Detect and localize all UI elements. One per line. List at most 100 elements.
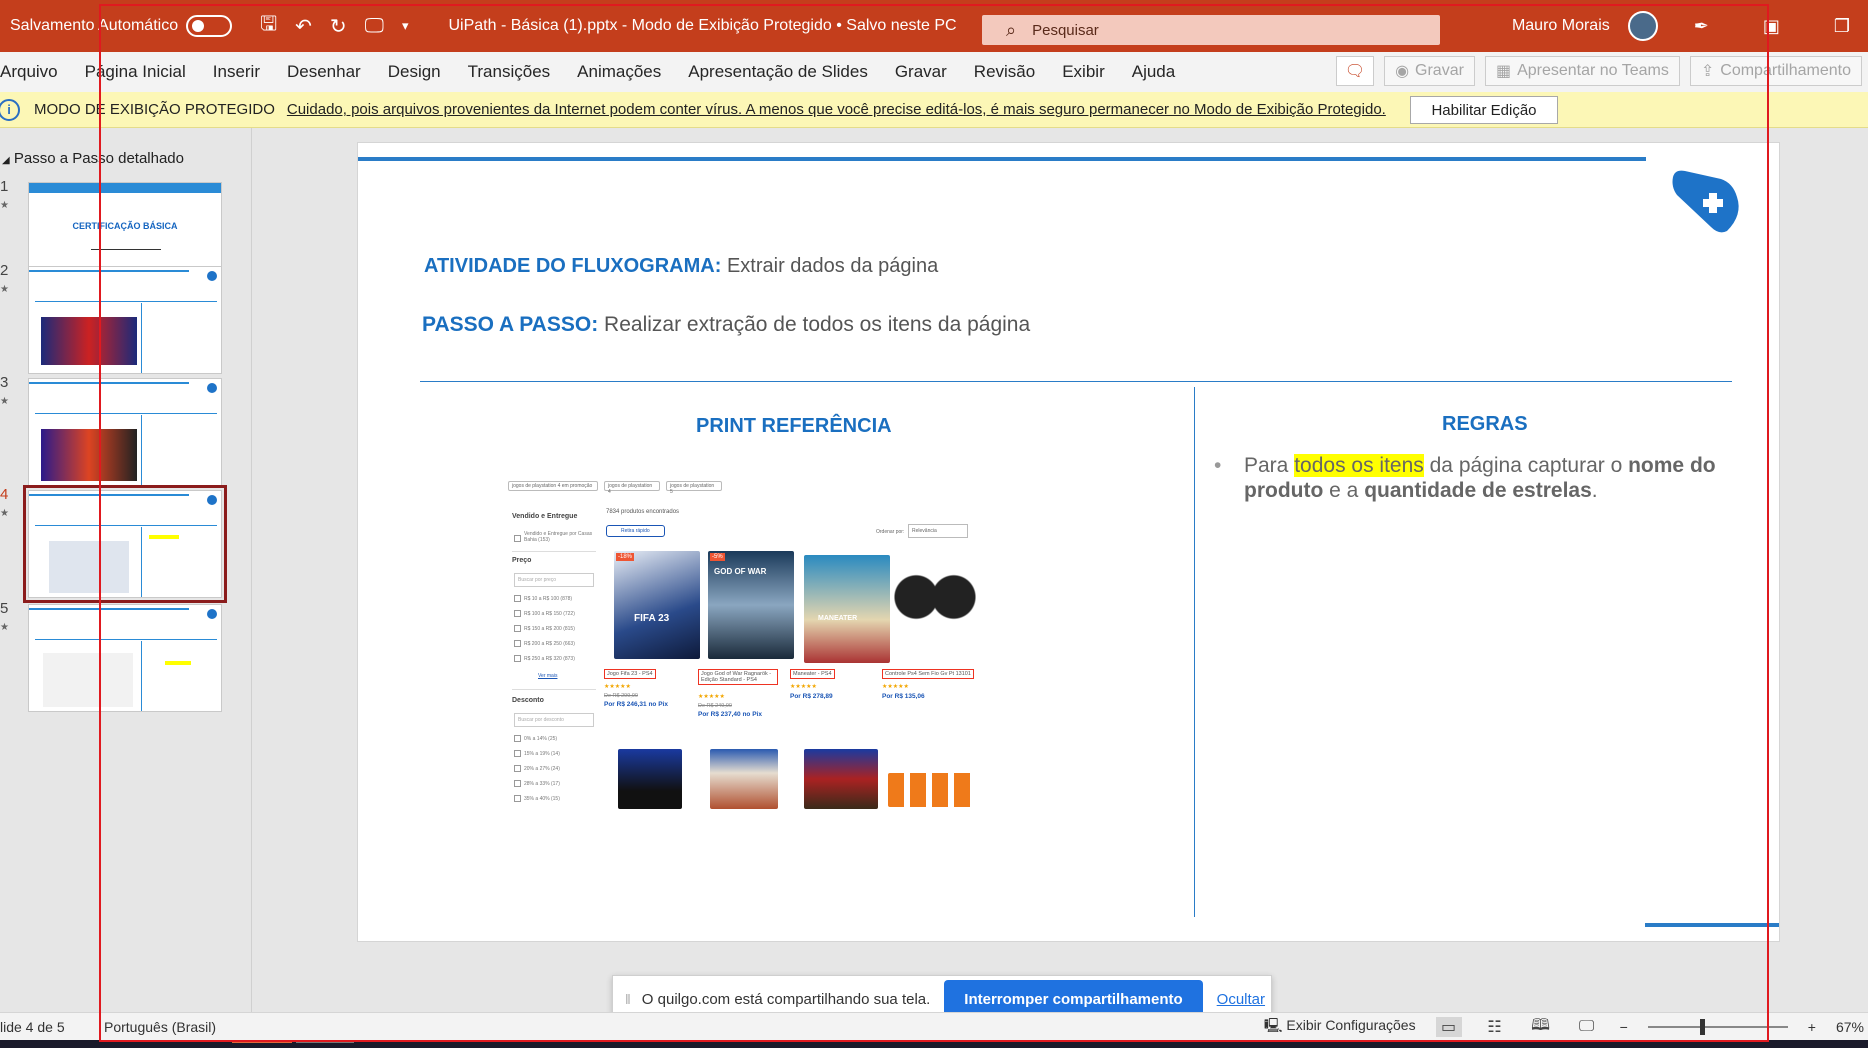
menu-tab-1[interactable]: Página Inicial [85,62,186,82]
transition-star-icon: ★ [0,284,9,295]
product-image [888,773,974,807]
product-name: Maneater - PS4 [790,669,835,679]
puzzle-icon [207,609,217,619]
product-price: Por R$ 246,31 no Pix [604,701,668,708]
taskbar [0,1040,1868,1048]
section-header[interactable]: ◢ Passo a Passo detalhado [2,150,184,167]
thumb-number: 3 [0,374,9,391]
current-slide[interactable]: ATIVIDADE DO FLUXOGRAMA: Extrair dados d… [357,142,1780,942]
thumb-header-bar [29,183,221,193]
document-title: UiPath - Básica (1).pptx - Modo de Exibi… [448,17,957,34]
avatar[interactable] [1627,11,1658,41]
menu-tab-10[interactable]: Exibir [1062,62,1105,82]
user-name[interactable]: Mauro Morais [1512,17,1610,35]
menu-tab-6[interactable]: Animações [577,62,661,82]
undo-icon[interactable]: ↶ [295,14,312,39]
search-chip: jogos de playstation 5 [666,481,722,495]
print-reference-heading: PRINT REFERÊNCIA [696,415,892,437]
view-controls: 🖳 Exibir Configurações ▭ ☷ 🕮 🖵 − + 67% [1264,1013,1868,1041]
slide-thumbnail-4[interactable] [23,485,227,603]
thumb-vline [141,527,142,597]
zoom-slider-handle[interactable] [1699,1019,1705,1035]
menu-tab-11[interactable]: Ajuda [1132,62,1175,82]
share-button[interactable]: ⇪ Compartilhamento [1689,56,1862,86]
zoom-level[interactable]: 67% [1836,1019,1864,1035]
menu-tab-2[interactable]: Inserir [213,62,260,82]
filter-checkbox [514,625,521,632]
taskbar-app[interactable] [296,1040,354,1043]
filter-checkbox [514,795,521,802]
filter-sidebar: Vendido e Entregue Vendido e Entregue po… [508,513,598,893]
filter-divider [512,551,596,552]
slide-thumbnail-3[interactable] [28,378,222,486]
zoom-out-icon[interactable]: − [1620,1019,1628,1035]
record-button[interactable]: ◉ Gravar [1384,56,1475,86]
language[interactable]: Português (Brasil) [104,1019,216,1035]
pen-icon[interactable]: ✒ [1676,16,1727,37]
menu-tab-4[interactable]: Design [388,62,441,82]
slide-thumbnail-5[interactable] [28,604,222,712]
puzzle-icon [207,383,217,393]
ribbon-display-icon[interactable]: ▣ [1745,16,1798,37]
taskbar-active-app[interactable] [232,1040,292,1043]
filter-input: Buscar por desconto [514,713,594,727]
quick-access-toolbar: 🖫 ↶ ↻ 🖵 ▾ [260,9,408,43]
result-count: 7834 produtos encontrados [606,509,680,515]
menu-tab-5[interactable]: Transições [468,62,551,82]
filter-title: Vendido e Entregue [512,513,578,520]
product-name: Controle Ps4 Sem Fio Gv Pt 13101 [882,669,974,679]
filter-checkbox [514,595,521,602]
zoom-slider[interactable] [1647,1019,1788,1035]
menu-tab-3[interactable]: Desenhar [287,62,361,82]
autosave-toggle[interactable] [186,15,233,37]
product-old-price: De R$ 249,90 [698,703,732,709]
menu-items: Arquivo Página Inicial Inserir Desenhar Desi… [0,62,1175,82]
slideshow-icon[interactable]: 🖵 [1574,1017,1600,1037]
title-bar: Salvamento Automático 🖫 ↶ ↻ 🖵 ▾ UiPath -… [0,0,1868,52]
save-icon[interactable]: 🖫 [260,9,277,43]
drag-handle-icon[interactable]: ‖ [625,991,632,1007]
filter-checkbox [514,610,521,617]
product-price: Por R$ 278,89 [790,693,833,700]
sort-select: Relevância [908,524,968,538]
restore-window-icon[interactable]: ❐ [1816,16,1868,37]
filter-option: R$ 100 a R$ 150 (722) [524,611,575,617]
menu-tab-7[interactable]: Apresentação de Slides [688,62,868,82]
protected-view-bar: i MODO DE EXIBIÇÃO PROTEGIDO Cuidado, po… [0,92,1868,128]
protected-message[interactable]: Cuidado, pois arquivos provenientes da I… [287,101,1386,118]
filter-option: R$ 200 a R$ 250 (663) [524,641,575,647]
thumb-number: 4 [0,486,9,503]
menu-tab-9[interactable]: Revisão [974,62,1035,82]
menu-tab-8[interactable]: Gravar [895,62,947,82]
comments-icon[interactable]: 🗨 [1336,56,1375,86]
slide-thumbnail-pane[interactable]: ◢ Passo a Passo detalhado 1 ★ CERTIFICAÇ… [0,128,252,1012]
reading-view-icon[interactable]: 🕮 [1528,1017,1554,1037]
autosave[interactable]: Salvamento Automático [10,15,233,37]
transition-star-icon: ★ [0,200,9,211]
slide-divider [420,381,1732,382]
normal-view-icon[interactable]: ▭ [1435,1017,1462,1037]
filter-checkbox [514,765,521,772]
slide-bottom-line [1645,923,1779,927]
search-box[interactable]: ⌕ Pesquisar [982,15,1440,45]
zoom-in-icon[interactable]: + [1808,1019,1816,1035]
redo-icon[interactable]: ↻ [330,14,347,39]
thumb-highlight [165,661,191,665]
teams-button[interactable]: ▦ Apresentar no Teams [1484,56,1680,86]
filter-option: Vendido e Entregue por Casas Bahia (153) [524,531,593,543]
enable-editing-button[interactable]: Habilitar Edição [1410,96,1558,124]
product-image [710,749,778,809]
bullet: • [1214,454,1222,477]
customize-chevron-icon[interactable]: ▾ [402,18,409,34]
filter-title: Preço [512,557,532,564]
present-icon[interactable]: 🖵 [365,15,384,38]
product-old-price: De R$ 299,90 [604,693,638,699]
slide-sorter-icon[interactable]: ☷ [1482,1017,1508,1037]
display-settings[interactable]: 🖳 Exibir Configurações [1264,1015,1416,1039]
collapse-icon[interactable]: ◢ [2,155,10,166]
slide-column-divider [1194,387,1195,917]
slide-thumbnail-2[interactable] [28,266,222,374]
menu-tab-0[interactable]: Arquivo [0,62,58,82]
titlebar-right: Mauro Morais ✒ ▣ ❐ [1512,0,1868,52]
hide-link[interactable]: Ocultar [1217,991,1265,1008]
